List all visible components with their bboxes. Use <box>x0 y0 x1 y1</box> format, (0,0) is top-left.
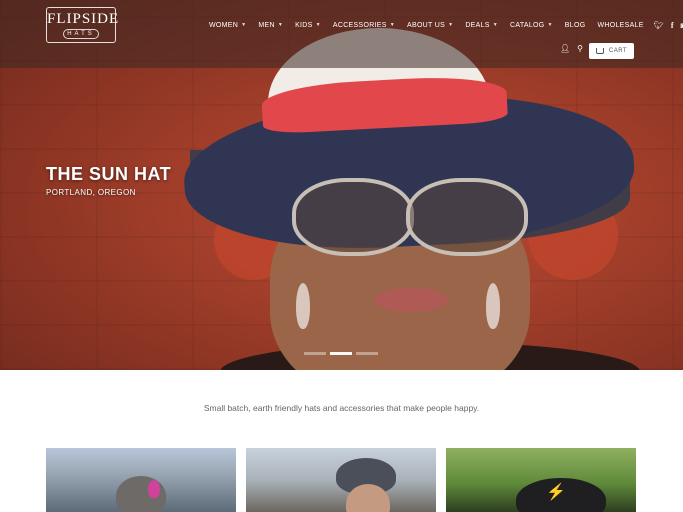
nav-item-deals[interactable]: DEALS ▼ <box>465 22 498 29</box>
slide-dot-2[interactable] <box>330 352 352 355</box>
slide-dot-1[interactable] <box>304 352 326 355</box>
chevron-down-icon: ▼ <box>389 22 395 28</box>
hero-image-earring-right <box>486 283 500 329</box>
slide-indicators <box>304 352 378 355</box>
collection-tile-3[interactable]: ⚡ <box>446 448 636 512</box>
facebook-icon[interactable]: f <box>671 21 674 30</box>
nav-item-women[interactable]: WOMEN ▼ <box>209 22 246 29</box>
tile-image-flower <box>148 480 160 498</box>
hero-image-lips <box>374 288 448 312</box>
user-icon[interactable]: 👤︎ <box>560 44 570 53</box>
nav-item-catalog[interactable]: CATALOG ▼ <box>510 22 553 29</box>
cart-icon <box>595 48 604 54</box>
logo-wordmark: FLIPSIDE <box>47 11 120 27</box>
cart-label: CART <box>608 48 628 54</box>
utility-links: 👤︎ ⚲ <box>560 44 583 53</box>
slide-dot-3[interactable] <box>356 352 378 355</box>
nav-item-blog[interactable]: BLOG <box>565 22 586 29</box>
nav-item-about-us[interactable]: ABOUT US ▼ <box>407 22 453 29</box>
main-navigation: WOMEN ▼ MEN ▼ KIDS ▼ ACCESSORIES ▼ ABOUT US ▼… <box>209 19 683 31</box>
collection-tile-2[interactable] <box>246 448 436 512</box>
chevron-down-icon: ▼ <box>277 22 284 28</box>
cart-button[interactable]: CART <box>589 43 634 59</box>
chevron-down-icon: ▼ <box>547 22 553 28</box>
chevron-down-icon: ▼ <box>448 22 454 28</box>
site-tagline: Small batch, earth friendly hats and acc… <box>203 403 480 413</box>
twitter-icon[interactable]: 🐦︎ <box>654 21 664 30</box>
site-logo[interactable]: FLIPSIDE HATS <box>46 7 120 43</box>
nav-item-kids[interactable]: KIDS ▼ <box>295 22 321 29</box>
chevron-down-icon: ▼ <box>492 22 499 28</box>
hero-subtitle: PORTLAND, OREGON <box>46 188 136 197</box>
nav-item-men[interactable]: MEN ▼ <box>258 22 283 29</box>
nav-item-accessories[interactable]: ACCESSORIES ▼ <box>333 22 395 29</box>
hero-slideshow[interactable]: THE SUN HAT PORTLAND, OREGON <box>0 0 683 370</box>
social-links: 🐦︎ f ◙ ✉ <box>654 21 683 30</box>
chevron-down-icon: ▼ <box>241 22 247 28</box>
nav-item-wholesale[interactable]: WHOLESALE <box>597 22 643 29</box>
chevron-down-icon: ▼ <box>315 22 321 28</box>
search-icon[interactable]: ⚲ <box>577 44 583 53</box>
hero-title: THE SUN HAT <box>46 164 172 184</box>
hero-image-sunglass-left <box>292 178 414 256</box>
hero-image-earring-left <box>296 283 310 329</box>
logo-subtext: HATS <box>63 29 99 39</box>
collection-tile-1[interactable] <box>46 448 236 512</box>
hero-image-sunglass-right <box>406 178 528 256</box>
lightning-bolt-icon: ⚡ <box>546 484 566 501</box>
